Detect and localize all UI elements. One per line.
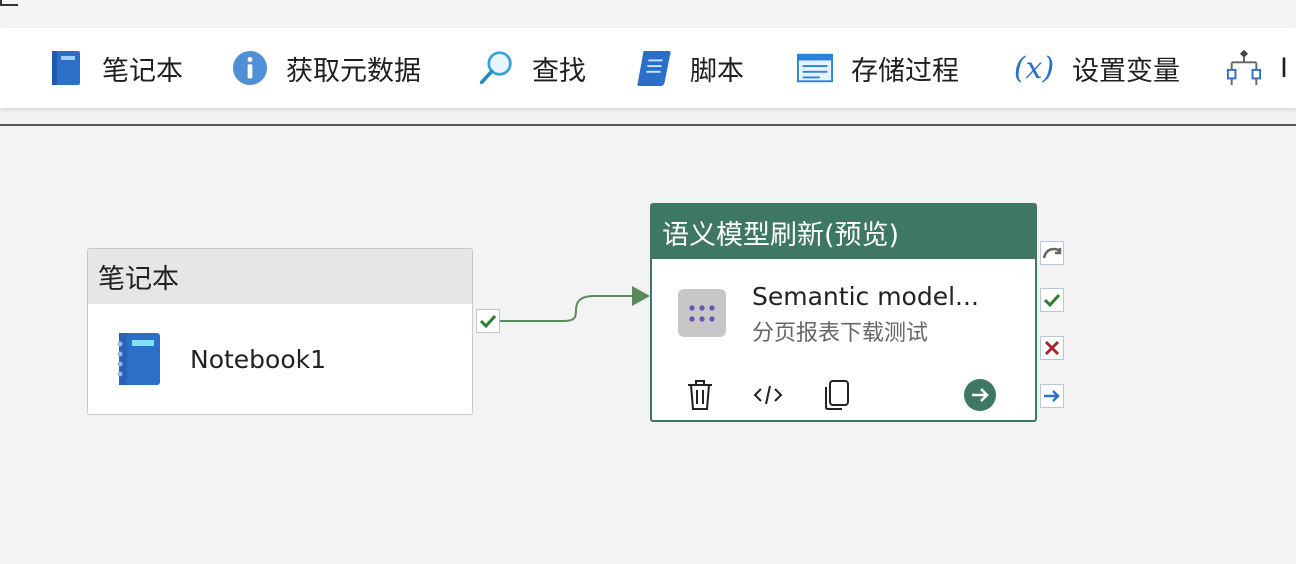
- skip-icon: [1042, 246, 1062, 260]
- toolbar-stored-procedure-button[interactable]: 存储过程: [797, 28, 959, 108]
- delete-button[interactable]: [682, 377, 718, 413]
- go-arrow-icon: [963, 378, 997, 412]
- toolbar-if-condition-button[interactable]: I: [1226, 28, 1288, 108]
- node-header: 语义模型刷新(预览): [652, 205, 1035, 259]
- copy-button[interactable]: [818, 377, 854, 413]
- activity-name: Semantic model...: [752, 282, 979, 311]
- dependency-connector: [500, 286, 650, 322]
- info-icon: [232, 50, 268, 86]
- activity-subtitle: 分页报表下载测试: [752, 321, 929, 346]
- toolbar-label: 存储过程: [851, 55, 959, 87]
- toolbar-lookup-button[interactable]: 查找: [478, 28, 586, 108]
- skip-port[interactable]: [1040, 241, 1064, 265]
- toolbar-label: 脚本: [690, 55, 744, 87]
- title-strip: [0, 0, 1296, 26]
- completion-port[interactable]: [1040, 384, 1064, 408]
- toolbar-label: 设置变量: [1072, 55, 1180, 87]
- set-variable-icon: (x): [1012, 50, 1056, 86]
- fail-x-icon: [1044, 340, 1060, 356]
- toolbar-script-button[interactable]: 脚本: [636, 28, 744, 108]
- notebook-icon: [48, 50, 84, 86]
- view-code-button[interactable]: [750, 377, 786, 413]
- go-to-activity-button[interactable]: [962, 377, 998, 413]
- semantic-model-icon: [678, 289, 726, 337]
- notebook-activity-node[interactable]: 笔记本 Notebook1: [87, 248, 473, 415]
- script-icon: [636, 50, 672, 86]
- toolbar-label: 获取元数据: [286, 55, 421, 87]
- toolbar-set-variable-button[interactable]: (x) 设置变量: [1012, 28, 1180, 108]
- window-edge-mark: [0, 0, 18, 6]
- success-port[interactable]: [1040, 288, 1064, 312]
- fail-port[interactable]: [1040, 336, 1064, 360]
- variable-glyph: (x): [1013, 50, 1055, 86]
- activity-name: Notebook1: [190, 344, 327, 374]
- activities-toolbar: 笔记本 获取元数据 查找 脚本 存储过程 (x) 设置变量 I: [0, 28, 1296, 108]
- notebook-success-port[interactable]: [476, 309, 500, 333]
- stored-procedure-icon: [797, 50, 833, 86]
- toolbar-get-metadata-button[interactable]: 获取元数据: [232, 28, 421, 108]
- node-header: 笔记本: [88, 249, 472, 304]
- lookup-icon: [478, 50, 514, 86]
- success-check-icon: [479, 314, 497, 328]
- copy-icon: [821, 379, 851, 411]
- toolbar-label: I: [1280, 52, 1288, 84]
- toolbar-notebook-button[interactable]: 笔记本: [48, 28, 183, 108]
- delete-icon: [686, 379, 714, 411]
- completion-arrow-icon: [1043, 389, 1061, 403]
- success-check-icon: [1043, 293, 1061, 307]
- canvas-divider: [0, 124, 1296, 126]
- if-condition-icon: [1226, 49, 1262, 86]
- code-icon: [752, 383, 784, 407]
- notebook-icon: [114, 332, 162, 386]
- toolbar-label: 笔记本: [102, 55, 183, 87]
- semantic-model-refresh-node[interactable]: 语义模型刷新(预览) Semantic model... 分页报表下载测试: [650, 203, 1037, 422]
- toolbar-label: 查找: [532, 55, 586, 87]
